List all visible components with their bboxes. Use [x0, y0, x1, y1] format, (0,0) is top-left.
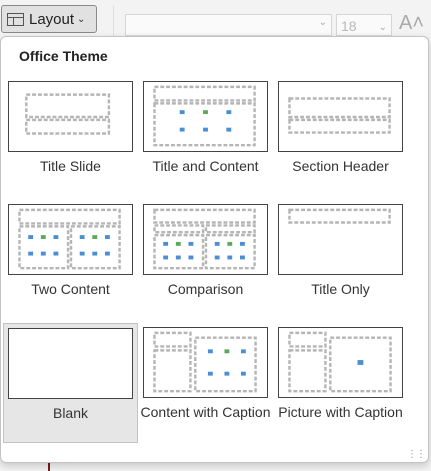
- layout-blank[interactable]: Blank: [3, 323, 138, 443]
- layout-title-slide[interactable]: Title Slide: [3, 76, 133, 193]
- slide-edge-marker: [48, 463, 50, 471]
- layout-label: Blank: [52, 405, 89, 421]
- layout-thumbnail: [278, 327, 403, 398]
- chevron-down-icon: ⌄: [318, 17, 327, 28]
- layout-title-only[interactable]: Title Only: [273, 199, 403, 316]
- ribbon: Layout ⌄ ⌄ 18 ⌄ A˄: [0, 0, 431, 40]
- layout-two-content[interactable]: Two Content: [3, 199, 133, 316]
- layout-button[interactable]: Layout ⌄: [1, 5, 97, 33]
- ribbon-separator: [113, 6, 114, 36]
- font-name-combo[interactable]: ⌄: [125, 14, 332, 36]
- layout-gallery: Office Theme Title Slide Title and Conte…: [0, 36, 429, 463]
- layout-thumbnail: [143, 327, 268, 398]
- layout-label: Two Content: [31, 281, 110, 297]
- layout-label: Picture with Caption: [278, 404, 403, 420]
- layout-button-label: Layout: [29, 10, 75, 28]
- layout-comparison[interactable]: Comparison: [138, 199, 268, 316]
- layout-thumbnail: [8, 204, 133, 275]
- layout-section-header[interactable]: Section Header: [273, 76, 403, 193]
- font-size-combo[interactable]: 18 ⌄: [336, 14, 392, 36]
- layout-thumbnail: [278, 81, 403, 152]
- layout-title-and-content[interactable]: Title and Content: [138, 76, 268, 193]
- layout-label: Comparison: [167, 281, 244, 297]
- layout-label: Title Only: [311, 281, 370, 297]
- layout-label: Content with Caption: [140, 404, 271, 420]
- resize-grip-icon[interactable]: ⋮⋮: [407, 449, 426, 460]
- chevron-down-icon: ⌄: [77, 13, 86, 25]
- layout-thumbnail: [143, 204, 268, 275]
- layout-label: Title and Content: [152, 158, 259, 174]
- layout-thumbnail: [143, 81, 268, 152]
- layout-thumbnail: [8, 328, 133, 399]
- layout-content-with-caption[interactable]: Content with Caption: [138, 322, 270, 439]
- layout-thumbnail: [8, 81, 133, 152]
- layout-icon: [7, 12, 24, 26]
- layout-label: Section Header: [292, 158, 389, 174]
- layout-thumbnail: [278, 204, 403, 275]
- gallery-title: Office Theme: [19, 48, 108, 64]
- layout-label: Title Slide: [40, 158, 101, 174]
- font-size-value: 18: [341, 18, 357, 34]
- grow-font-icon[interactable]: A˄: [399, 12, 424, 35]
- layout-picture-with-caption[interactable]: Picture with Caption: [273, 322, 403, 439]
